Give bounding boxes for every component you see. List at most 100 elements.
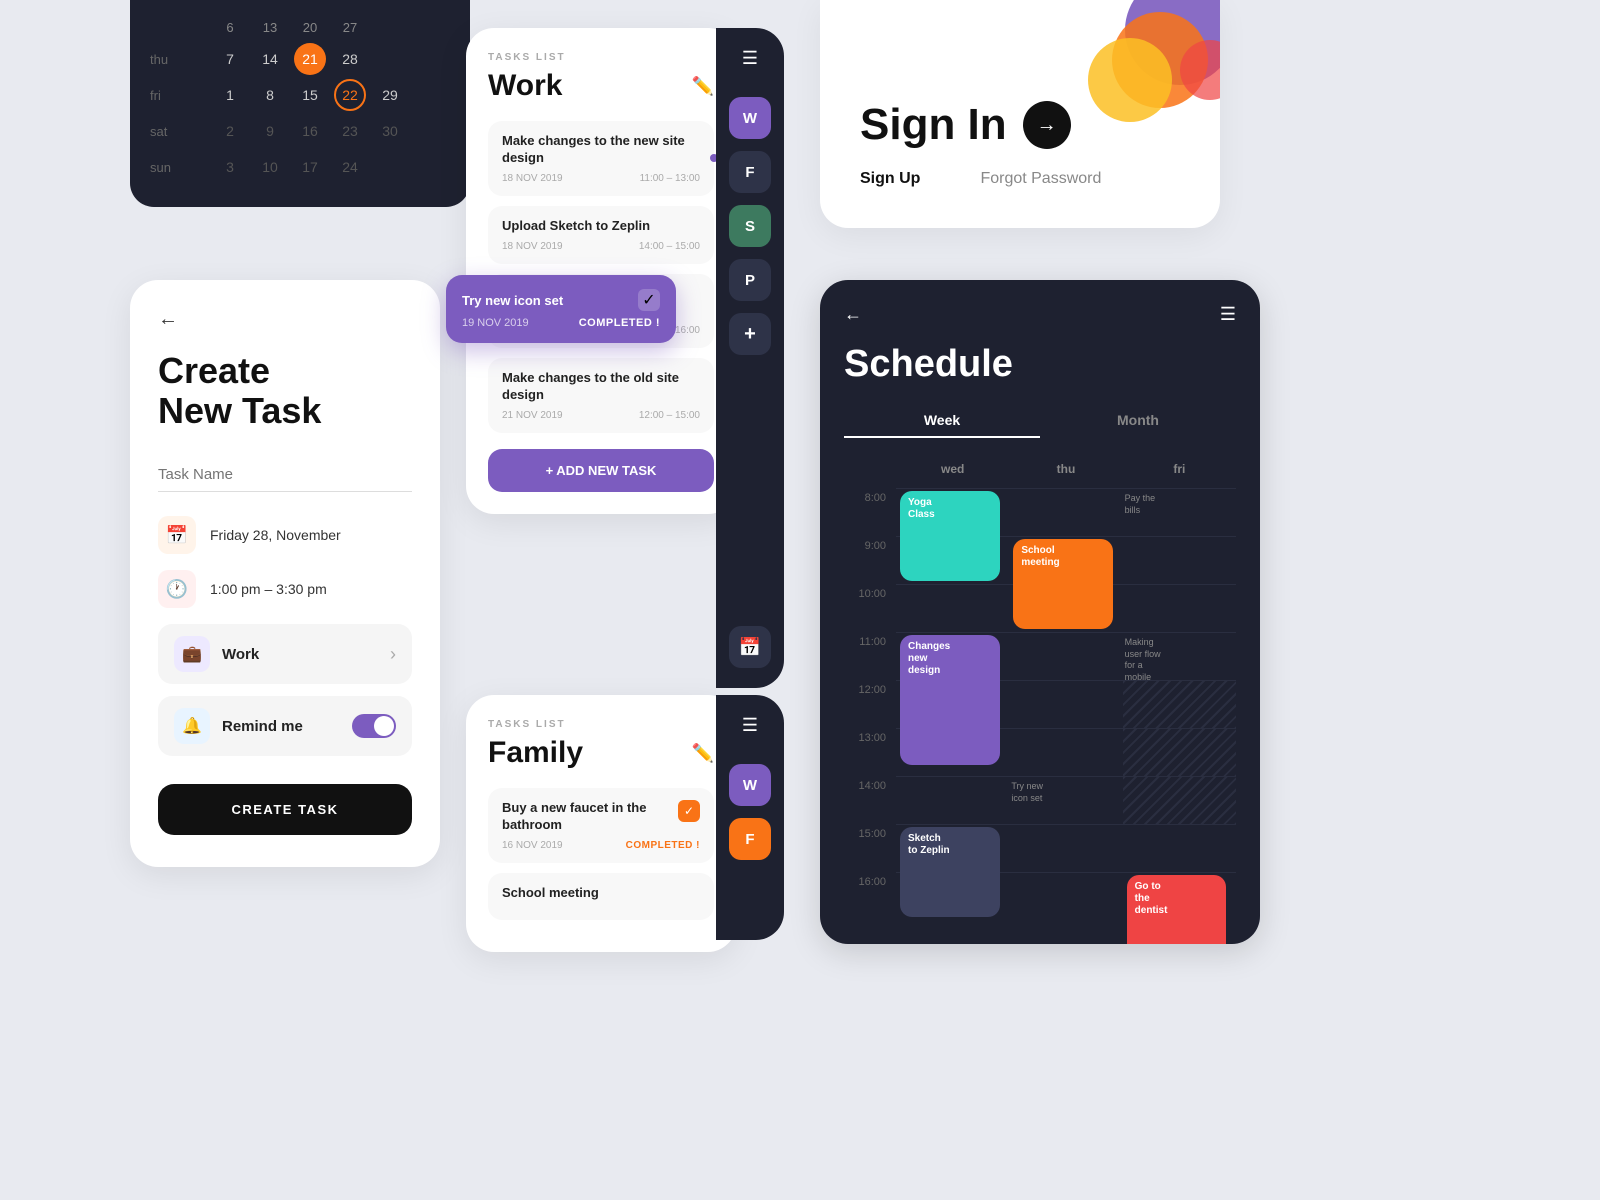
- cell-fri-12: [1123, 680, 1236, 728]
- cal-h1: 6: [210, 16, 250, 39]
- cal-num[interactable]: 8: [254, 79, 286, 111]
- task-item[interactable]: Upload Sketch to Zeplin 18 NOV 2019 14:0…: [488, 206, 714, 264]
- cal-num[interactable]: 1: [214, 79, 246, 111]
- category-row[interactable]: 💼 Work ›: [158, 624, 412, 684]
- time-8: 8:00: [844, 488, 896, 536]
- create-task-button[interactable]: CREATE TASK: [158, 784, 412, 835]
- remind-label: Remind me: [222, 718, 303, 735]
- cell-fri-10: [1123, 584, 1236, 632]
- avatar-w[interactable]: W: [729, 97, 771, 139]
- event-school-meeting[interactable]: Schoolmeeting: [1013, 539, 1113, 629]
- time-9: 9:00: [844, 536, 896, 584]
- event-yoga[interactable]: YogaClass: [900, 491, 1000, 581]
- cell-thu-9: Schoolmeeting: [1009, 536, 1122, 584]
- signin-blobs: [1060, 0, 1220, 130]
- task-date: 21 NOV 2019: [502, 410, 563, 421]
- schedule-menu-icon[interactable]: ☰: [1220, 304, 1236, 325]
- cal-sat: sat: [150, 115, 210, 147]
- cal-today[interactable]: 21: [294, 43, 326, 75]
- bell-icon: 🔔: [174, 708, 210, 744]
- cal-thu: thu: [150, 43, 210, 75]
- cal-num[interactable]: 30: [374, 115, 406, 147]
- edit-icon[interactable]: ✏️: [692, 743, 714, 764]
- task-check-icon: ✓: [678, 800, 700, 822]
- event-sketch-zeplin[interactable]: Sketchto Zeplin: [900, 827, 1000, 917]
- cal-num[interactable]: 10: [254, 151, 286, 183]
- cal-num[interactable]: 29: [374, 79, 406, 111]
- time-11: 11:00: [844, 632, 896, 680]
- event-dentist[interactable]: Go tothedentist: [1127, 875, 1227, 944]
- col-wed: wed: [896, 458, 1009, 488]
- cal-num[interactable]: 3: [214, 151, 246, 183]
- cal-h2: 13: [250, 16, 290, 39]
- date-value: Friday 28, November: [210, 527, 341, 543]
- time-value: 1:00 pm – 3:30 pm: [210, 581, 327, 597]
- cal-num[interactable]: 28: [334, 43, 366, 75]
- col-fri: fri: [1123, 458, 1236, 488]
- calendar-sidebar-icon[interactable]: 📅: [729, 626, 771, 668]
- menu-icon-family[interactable]: ☰: [742, 715, 758, 736]
- schedule-card: ← ☰ Schedule Week Month wed thu fri 8:00…: [820, 280, 1260, 944]
- cal-h3: 20: [290, 16, 330, 39]
- cell-thu-11: [1009, 632, 1122, 680]
- completed-label: COMPLETED !: [626, 840, 700, 851]
- cal-num[interactable]: 14: [254, 43, 286, 75]
- cell-wed-14: [896, 776, 1009, 824]
- task-item[interactable]: Make changes to the new site design 18 N…: [488, 121, 714, 196]
- avatar-w-family[interactable]: W: [729, 764, 771, 806]
- avatar-f[interactable]: F: [729, 151, 771, 193]
- task-name: Make changes to the new site design: [502, 133, 700, 167]
- check-icon: ✓: [638, 289, 660, 311]
- avatar-p[interactable]: P: [729, 259, 771, 301]
- cal-empty: [150, 16, 210, 39]
- signin-links: Sign Up Forgot Password: [860, 170, 1180, 188]
- event-try-icon[interactable]: Try newicon set: [1009, 777, 1122, 808]
- forgot-password-link[interactable]: Forgot Password: [980, 170, 1101, 188]
- add-task-button[interactable]: + ADD NEW TASK: [488, 449, 714, 492]
- cal-num[interactable]: 24: [334, 151, 366, 183]
- tab-week[interactable]: Week: [844, 404, 1040, 438]
- event-changes-design[interactable]: Changesnewdesign: [900, 635, 1000, 765]
- completed-bubble: Try new icon set ✓ 19 NOV 2019 COMPLETED…: [446, 275, 676, 343]
- time-12: 12:00: [844, 680, 896, 728]
- task-item[interactable]: Make changes to the old site design 21 N…: [488, 358, 714, 433]
- task-item[interactable]: Buy a new faucet in the bathroom ✓ 16 NO…: [488, 788, 714, 863]
- cal-num[interactable]: 7: [214, 43, 246, 75]
- time-16: 16:00: [844, 872, 896, 920]
- event-pay-bills[interactable]: Pay thebills: [1123, 489, 1236, 520]
- date-row: 📅 Friday 28, November: [158, 516, 412, 554]
- cal-num[interactable]: 15: [294, 79, 326, 111]
- cell-thu-16: [1009, 872, 1122, 920]
- menu-icon[interactable]: ☰: [742, 48, 758, 69]
- cell-thu-15: [1009, 824, 1122, 872]
- cal-num[interactable]: 2: [214, 115, 246, 147]
- cell-fri-15: [1123, 824, 1236, 872]
- tasks-family-title: Family: [488, 736, 583, 770]
- calendar-card: 6 13 20 27 thu 7 14 21 28 fri 1 8 15 22 …: [130, 0, 470, 207]
- avatar-s[interactable]: S: [729, 205, 771, 247]
- signup-link[interactable]: Sign Up: [860, 170, 920, 188]
- task-name: Upload Sketch to Zeplin: [502, 218, 700, 235]
- cell-thu-14: Try newicon set: [1009, 776, 1122, 824]
- schedule-back-button[interactable]: ←: [844, 304, 862, 325]
- cell-fri-9: [1123, 536, 1236, 584]
- tab-month[interactable]: Month: [1040, 404, 1236, 438]
- add-avatar-button[interactable]: +: [729, 313, 771, 355]
- cal-num[interactable]: 16: [294, 115, 326, 147]
- back-button[interactable]: ←: [158, 308, 412, 331]
- task-date: 16 NOV 2019: [502, 840, 563, 851]
- task-name-input[interactable]: [158, 458, 412, 492]
- clock-icon: 🕐: [158, 570, 196, 608]
- cal-num-ring[interactable]: 22: [334, 79, 366, 111]
- cell-fri-14: [1123, 776, 1236, 824]
- cell-fri-16: Go tothedentist: [1123, 872, 1236, 920]
- cal-num[interactable]: 23: [334, 115, 366, 147]
- edit-icon[interactable]: ✏️: [692, 76, 714, 97]
- remind-toggle[interactable]: [352, 714, 396, 738]
- cal-num[interactable]: 9: [254, 115, 286, 147]
- avatar-f-family[interactable]: F: [729, 818, 771, 860]
- tasks-work-card: TASKS LIST Work ✏️ Make changes to the n…: [466, 28, 736, 514]
- task-item[interactable]: School meeting: [488, 873, 714, 920]
- cal-num[interactable]: 17: [294, 151, 326, 183]
- time-15: 15:00: [844, 824, 896, 872]
